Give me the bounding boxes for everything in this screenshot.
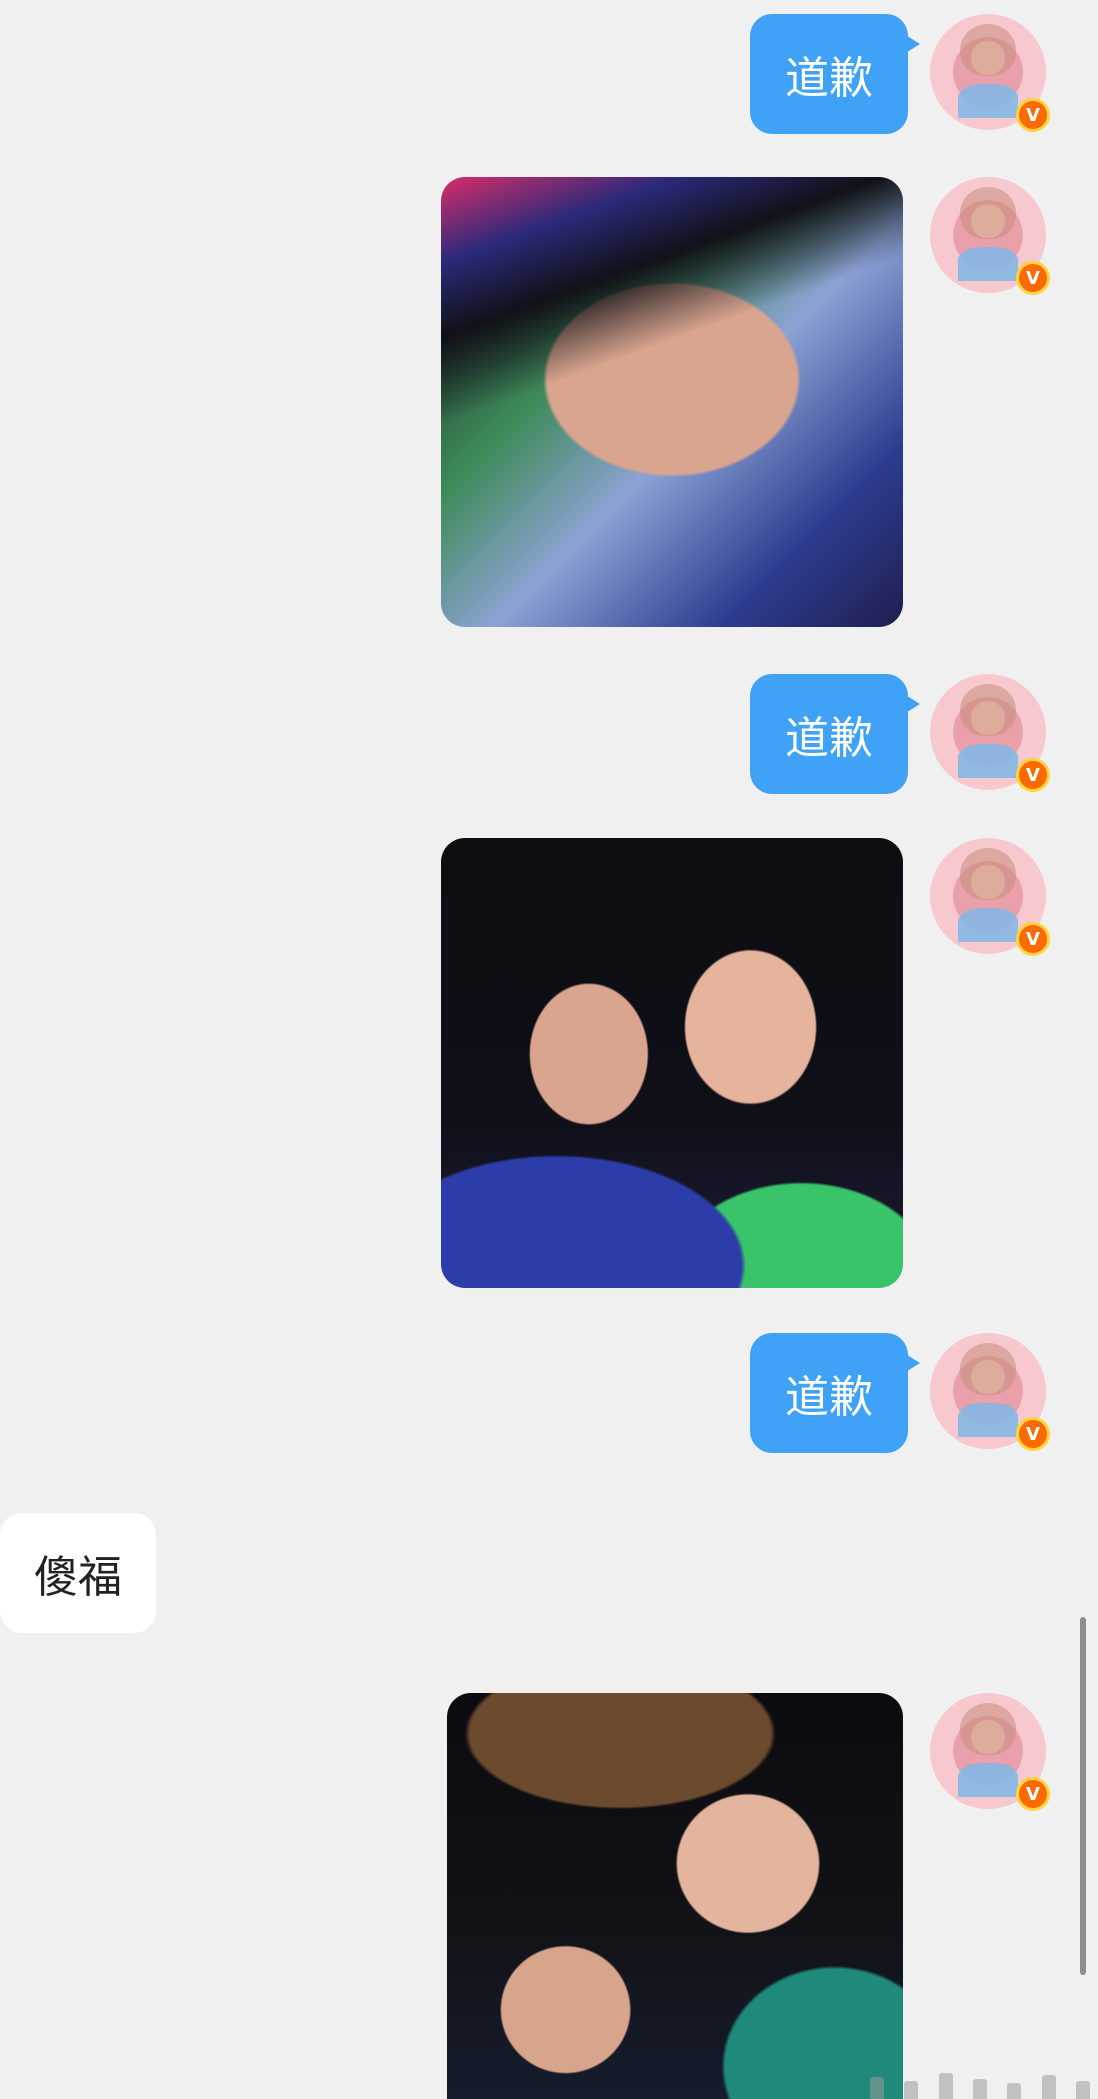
message-bubble-incoming[interactable]: 傻福 xyxy=(0,1513,156,1633)
indicator-bar xyxy=(1007,2083,1022,2099)
verified-badge-icon: V xyxy=(1016,261,1050,295)
indicator-bar xyxy=(938,2073,953,2099)
message-text: 道歉 xyxy=(785,1372,873,1423)
sender-avatar[interactable]: V xyxy=(930,1333,1050,1453)
verified-badge-label: V xyxy=(1026,1783,1040,1805)
sender-avatar[interactable]: V xyxy=(930,674,1050,794)
sender-avatar[interactable]: V xyxy=(930,14,1050,134)
verified-badge-icon: V xyxy=(1016,1777,1050,1811)
verified-badge-label: V xyxy=(1026,928,1040,950)
verified-badge-icon: V xyxy=(1016,758,1050,792)
indicator-bar xyxy=(1041,2075,1056,2099)
verified-badge-label: V xyxy=(1026,104,1040,126)
message-bubble-outgoing[interactable]: 道歉 xyxy=(750,14,920,134)
message-image[interactable] xyxy=(447,1693,903,2099)
indicator-bar xyxy=(1075,2081,1090,2099)
chat-thread: 道歉 V V 道歉 V V 道歉 V 傻福 V xyxy=(0,0,1098,2099)
verified-badge-label: V xyxy=(1026,1423,1040,1445)
scrollbar[interactable] xyxy=(1080,1617,1086,1975)
verified-badge-icon: V xyxy=(1016,922,1050,956)
verified-badge-label: V xyxy=(1026,764,1040,786)
verified-badge-label: V xyxy=(1026,267,1040,289)
message-image[interactable] xyxy=(441,838,903,1288)
sender-avatar[interactable]: V xyxy=(930,838,1050,958)
indicator-bar xyxy=(904,2081,919,2099)
message-text: 道歉 xyxy=(785,53,873,104)
sender-avatar[interactable]: V xyxy=(930,177,1050,297)
message-bubble-outgoing[interactable]: 道歉 xyxy=(750,1333,920,1453)
verified-badge-icon: V xyxy=(1016,1417,1050,1451)
message-text: 傻福 xyxy=(34,1552,122,1603)
verified-badge-icon: V xyxy=(1016,98,1050,132)
indicator-bar xyxy=(972,2079,987,2099)
message-text: 道歉 xyxy=(785,713,873,764)
sender-avatar[interactable]: V xyxy=(930,1693,1050,1813)
indicator-bar xyxy=(870,2077,884,2099)
message-bubble-outgoing[interactable]: 道歉 xyxy=(750,674,920,794)
message-image[interactable] xyxy=(441,177,903,627)
bottom-indicators xyxy=(870,2065,1090,2099)
